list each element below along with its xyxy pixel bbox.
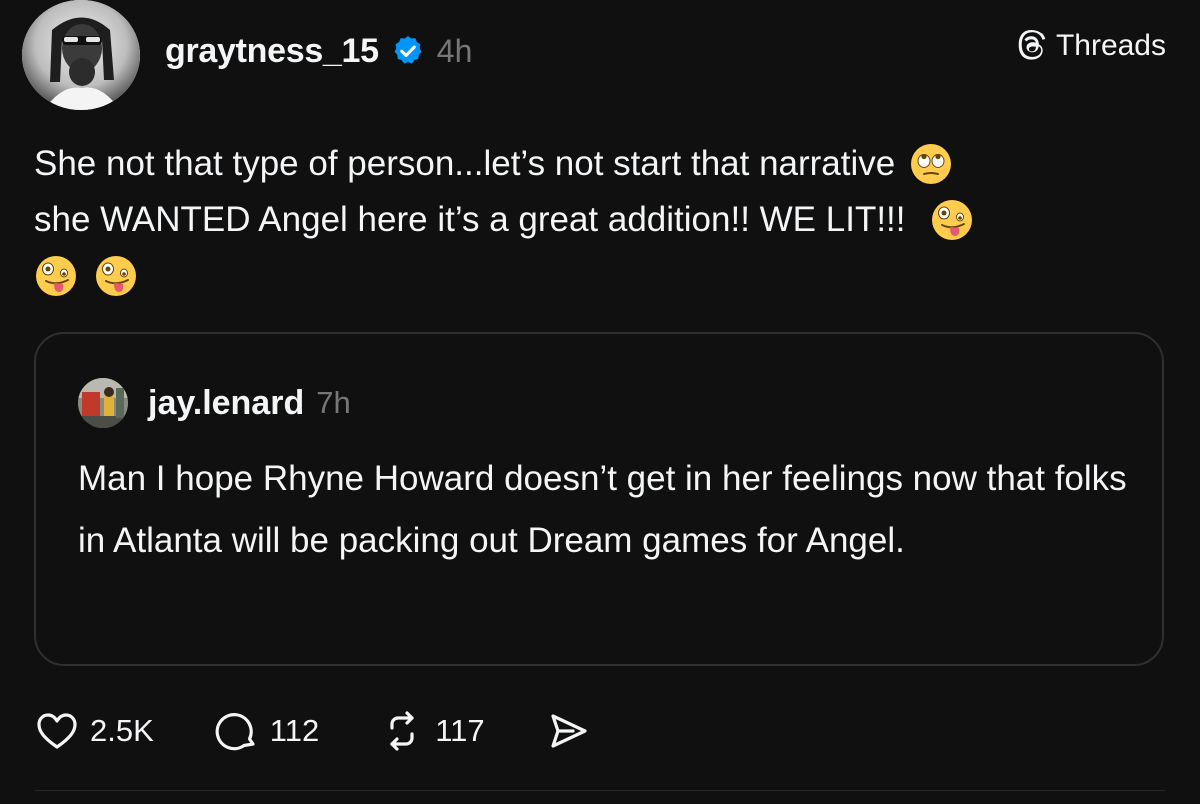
threads-brand: Threads <box>1014 28 1166 64</box>
threads-brand-label: Threads <box>1055 29 1166 62</box>
verified-badge-icon <box>391 34 425 68</box>
post-header: graytness_15 4h <box>165 26 472 76</box>
threads-logo-icon <box>1014 28 1050 64</box>
post-text-line-1: She not that type of person...let’s not … <box>34 144 896 183</box>
send-icon <box>545 708 591 754</box>
avatar-photo <box>22 0 140 110</box>
heart-icon <box>34 708 80 754</box>
quoted-author-avatar[interactable] <box>78 378 128 428</box>
quoted-post-header: jay.lenard 7h <box>148 378 351 428</box>
post-timestamp: 4h <box>436 32 473 69</box>
post-text-line-2: she WANTED Angel here it’s a great addit… <box>34 200 906 239</box>
post-body-line: She not that type of person...let’s not … <box>34 136 1164 192</box>
repost-count: 117 <box>435 713 485 748</box>
share-button[interactable] <box>545 708 591 754</box>
quoted-post-timestamp: 7h <box>316 385 351 420</box>
post-action-bar: 2.5K 112 117 <box>34 706 591 756</box>
post-divider <box>34 790 1166 791</box>
zany-face-emoji-icon <box>930 198 974 242</box>
post-body-emoji-line <box>34 248 1164 304</box>
face-with-rolling-eyes-emoji-icon <box>909 142 953 186</box>
reply-count: 112 <box>269 713 320 748</box>
reply-button[interactable]: 112 <box>214 708 319 754</box>
like-count: 2.5K <box>90 713 154 748</box>
quoted-post-card[interactable]: jay.lenard 7h Man I hope Rhyne Howard do… <box>34 332 1164 666</box>
post-body: She not that type of person...let’s not … <box>34 136 1164 304</box>
author-avatar[interactable] <box>22 0 140 110</box>
threads-post: graytness_15 4h Threads She not that typ… <box>0 0 1200 804</box>
author-username[interactable]: graytness_15 <box>165 32 379 71</box>
quoted-avatar-photo <box>78 378 128 428</box>
zany-face-emoji-icon <box>94 254 138 298</box>
zany-face-emoji-icon <box>34 254 78 298</box>
quoted-post-text: Man I hope Rhyne Howard doesn’t get in h… <box>78 459 1127 560</box>
repost-button[interactable]: 117 <box>379 708 485 754</box>
like-button[interactable]: 2.5K <box>34 708 154 754</box>
speech-bubble-icon <box>214 708 260 754</box>
repost-icon <box>379 708 425 754</box>
quoted-author-username[interactable]: jay.lenard <box>148 384 304 423</box>
post-body-line: she WANTED Angel here it’s a great addit… <box>34 192 1164 248</box>
